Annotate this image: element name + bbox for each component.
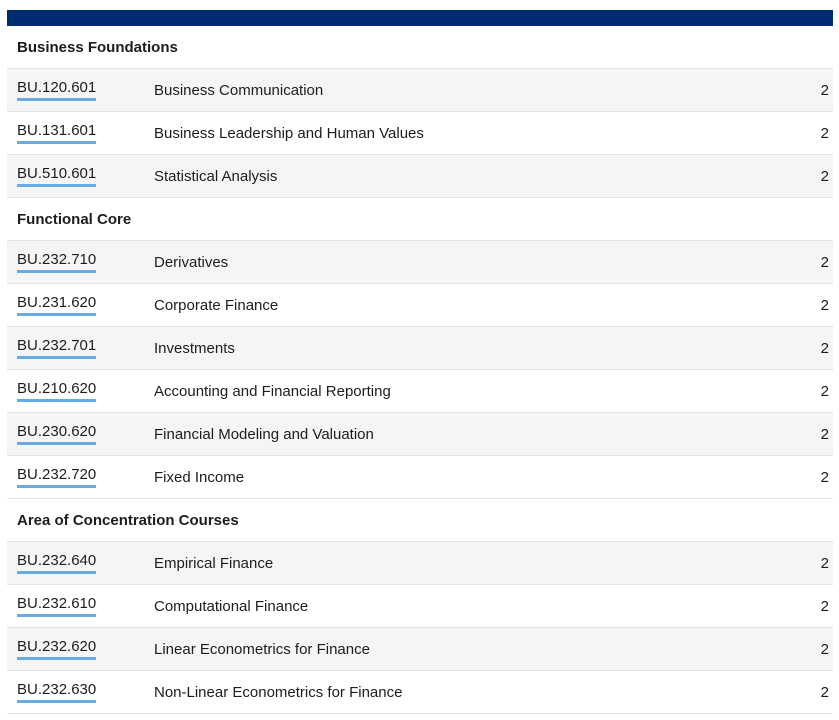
- course-code-link[interactable]: BU.232.610: [17, 595, 97, 617]
- course-code-cell: BU.131.601: [7, 111, 154, 155]
- course-table: Business Foundations BU.120.601 Business…: [7, 26, 833, 714]
- course-code-cell: BU.510.601: [7, 154, 154, 198]
- table-row: BU.232.640 Empirical Finance 2: [7, 541, 833, 585]
- course-code-cell: BU.232.620: [7, 627, 154, 671]
- course-code-link[interactable]: BU.232.630: [17, 681, 97, 703]
- course-title: Financial Modeling and Valuation: [154, 412, 773, 456]
- course-hours: 2: [773, 283, 833, 327]
- table-row: BU.120.601 Business Communication 2: [7, 68, 833, 112]
- table-row: BU.232.610 Computational Finance 2: [7, 584, 833, 628]
- course-hours: 2: [773, 111, 833, 155]
- section-title: Functional Core: [7, 197, 833, 241]
- table-row: BU.232.701 Investments 2: [7, 326, 833, 370]
- course-code-cell: BU.120.601: [7, 68, 154, 112]
- course-code-cell: BU.230.620: [7, 412, 154, 456]
- course-code-cell: BU.232.720: [7, 455, 154, 499]
- course-code-cell: BU.232.640: [7, 541, 154, 585]
- section-header: Area of Concentration Courses: [7, 498, 833, 542]
- course-title: Non-Linear Econometrics for Finance: [154, 670, 773, 714]
- course-title: Derivatives: [154, 240, 773, 284]
- course-title: Fixed Income: [154, 455, 773, 499]
- section-title: Business Foundations: [7, 26, 833, 69]
- course-title: Business Leadership and Human Values: [154, 111, 773, 155]
- course-title: Linear Econometrics for Finance: [154, 627, 773, 671]
- table-row: BU.232.720 Fixed Income 2: [7, 455, 833, 499]
- course-code-link[interactable]: BU.230.620: [17, 423, 97, 445]
- course-title: Statistical Analysis: [154, 154, 773, 198]
- course-title: Corporate Finance: [154, 283, 773, 327]
- table-row: BU.210.620 Accounting and Financial Repo…: [7, 369, 833, 413]
- course-title: Accounting and Financial Reporting: [154, 369, 773, 413]
- course-list-container: Business Foundations BU.120.601 Business…: [7, 0, 833, 720]
- course-title: Computational Finance: [154, 584, 773, 628]
- course-code-cell: BU.232.630: [7, 670, 154, 714]
- course-code-cell: BU.232.710: [7, 240, 154, 284]
- course-code-link[interactable]: BU.120.601: [17, 79, 97, 101]
- section-header: Business Foundations: [7, 26, 833, 69]
- table-row: BU.131.601 Business Leadership and Human…: [7, 111, 833, 155]
- course-code-link[interactable]: BU.231.620: [17, 294, 97, 316]
- course-hours: 2: [773, 541, 833, 585]
- table-row: BU.510.601 Statistical Analysis 2: [7, 154, 833, 198]
- course-hours: 2: [773, 584, 833, 628]
- course-title: Business Communication: [154, 68, 773, 112]
- section-title: Area of Concentration Courses: [7, 498, 833, 542]
- course-code-link[interactable]: BU.232.620: [17, 638, 97, 660]
- course-hours: 2: [773, 412, 833, 456]
- course-hours: 2: [773, 670, 833, 714]
- course-code-link[interactable]: BU.210.620: [17, 380, 97, 402]
- course-code-link[interactable]: BU.510.601: [17, 165, 97, 187]
- course-hours: 2: [773, 240, 833, 284]
- course-code-cell: BU.232.610: [7, 584, 154, 628]
- course-hours: 2: [773, 326, 833, 370]
- course-code-cell: BU.210.620: [7, 369, 154, 413]
- course-hours: 2: [773, 154, 833, 198]
- table-row: BU.232.620 Linear Econometrics for Finan…: [7, 627, 833, 671]
- course-code-link[interactable]: BU.232.701: [17, 337, 97, 359]
- course-title: Empirical Finance: [154, 541, 773, 585]
- table-row: BU.231.620 Corporate Finance 2: [7, 283, 833, 327]
- course-code-link[interactable]: BU.131.601: [17, 122, 97, 144]
- course-code-cell: BU.232.701: [7, 326, 154, 370]
- course-code-link[interactable]: BU.232.640: [17, 552, 97, 574]
- table-top-bar: [7, 10, 833, 26]
- course-code-cell: BU.231.620: [7, 283, 154, 327]
- section-header: Functional Core: [7, 197, 833, 241]
- course-hours: 2: [773, 455, 833, 499]
- course-title: Investments: [154, 326, 773, 370]
- table-row: BU.230.620 Financial Modeling and Valuat…: [7, 412, 833, 456]
- course-code-link[interactable]: BU.232.720: [17, 466, 97, 488]
- course-code-link[interactable]: BU.232.710: [17, 251, 97, 273]
- course-hours: 2: [773, 627, 833, 671]
- course-hours: 2: [773, 369, 833, 413]
- table-row: BU.232.630 Non-Linear Econometrics for F…: [7, 670, 833, 714]
- table-row: BU.232.710 Derivatives 2: [7, 240, 833, 284]
- course-hours: 2: [773, 68, 833, 112]
